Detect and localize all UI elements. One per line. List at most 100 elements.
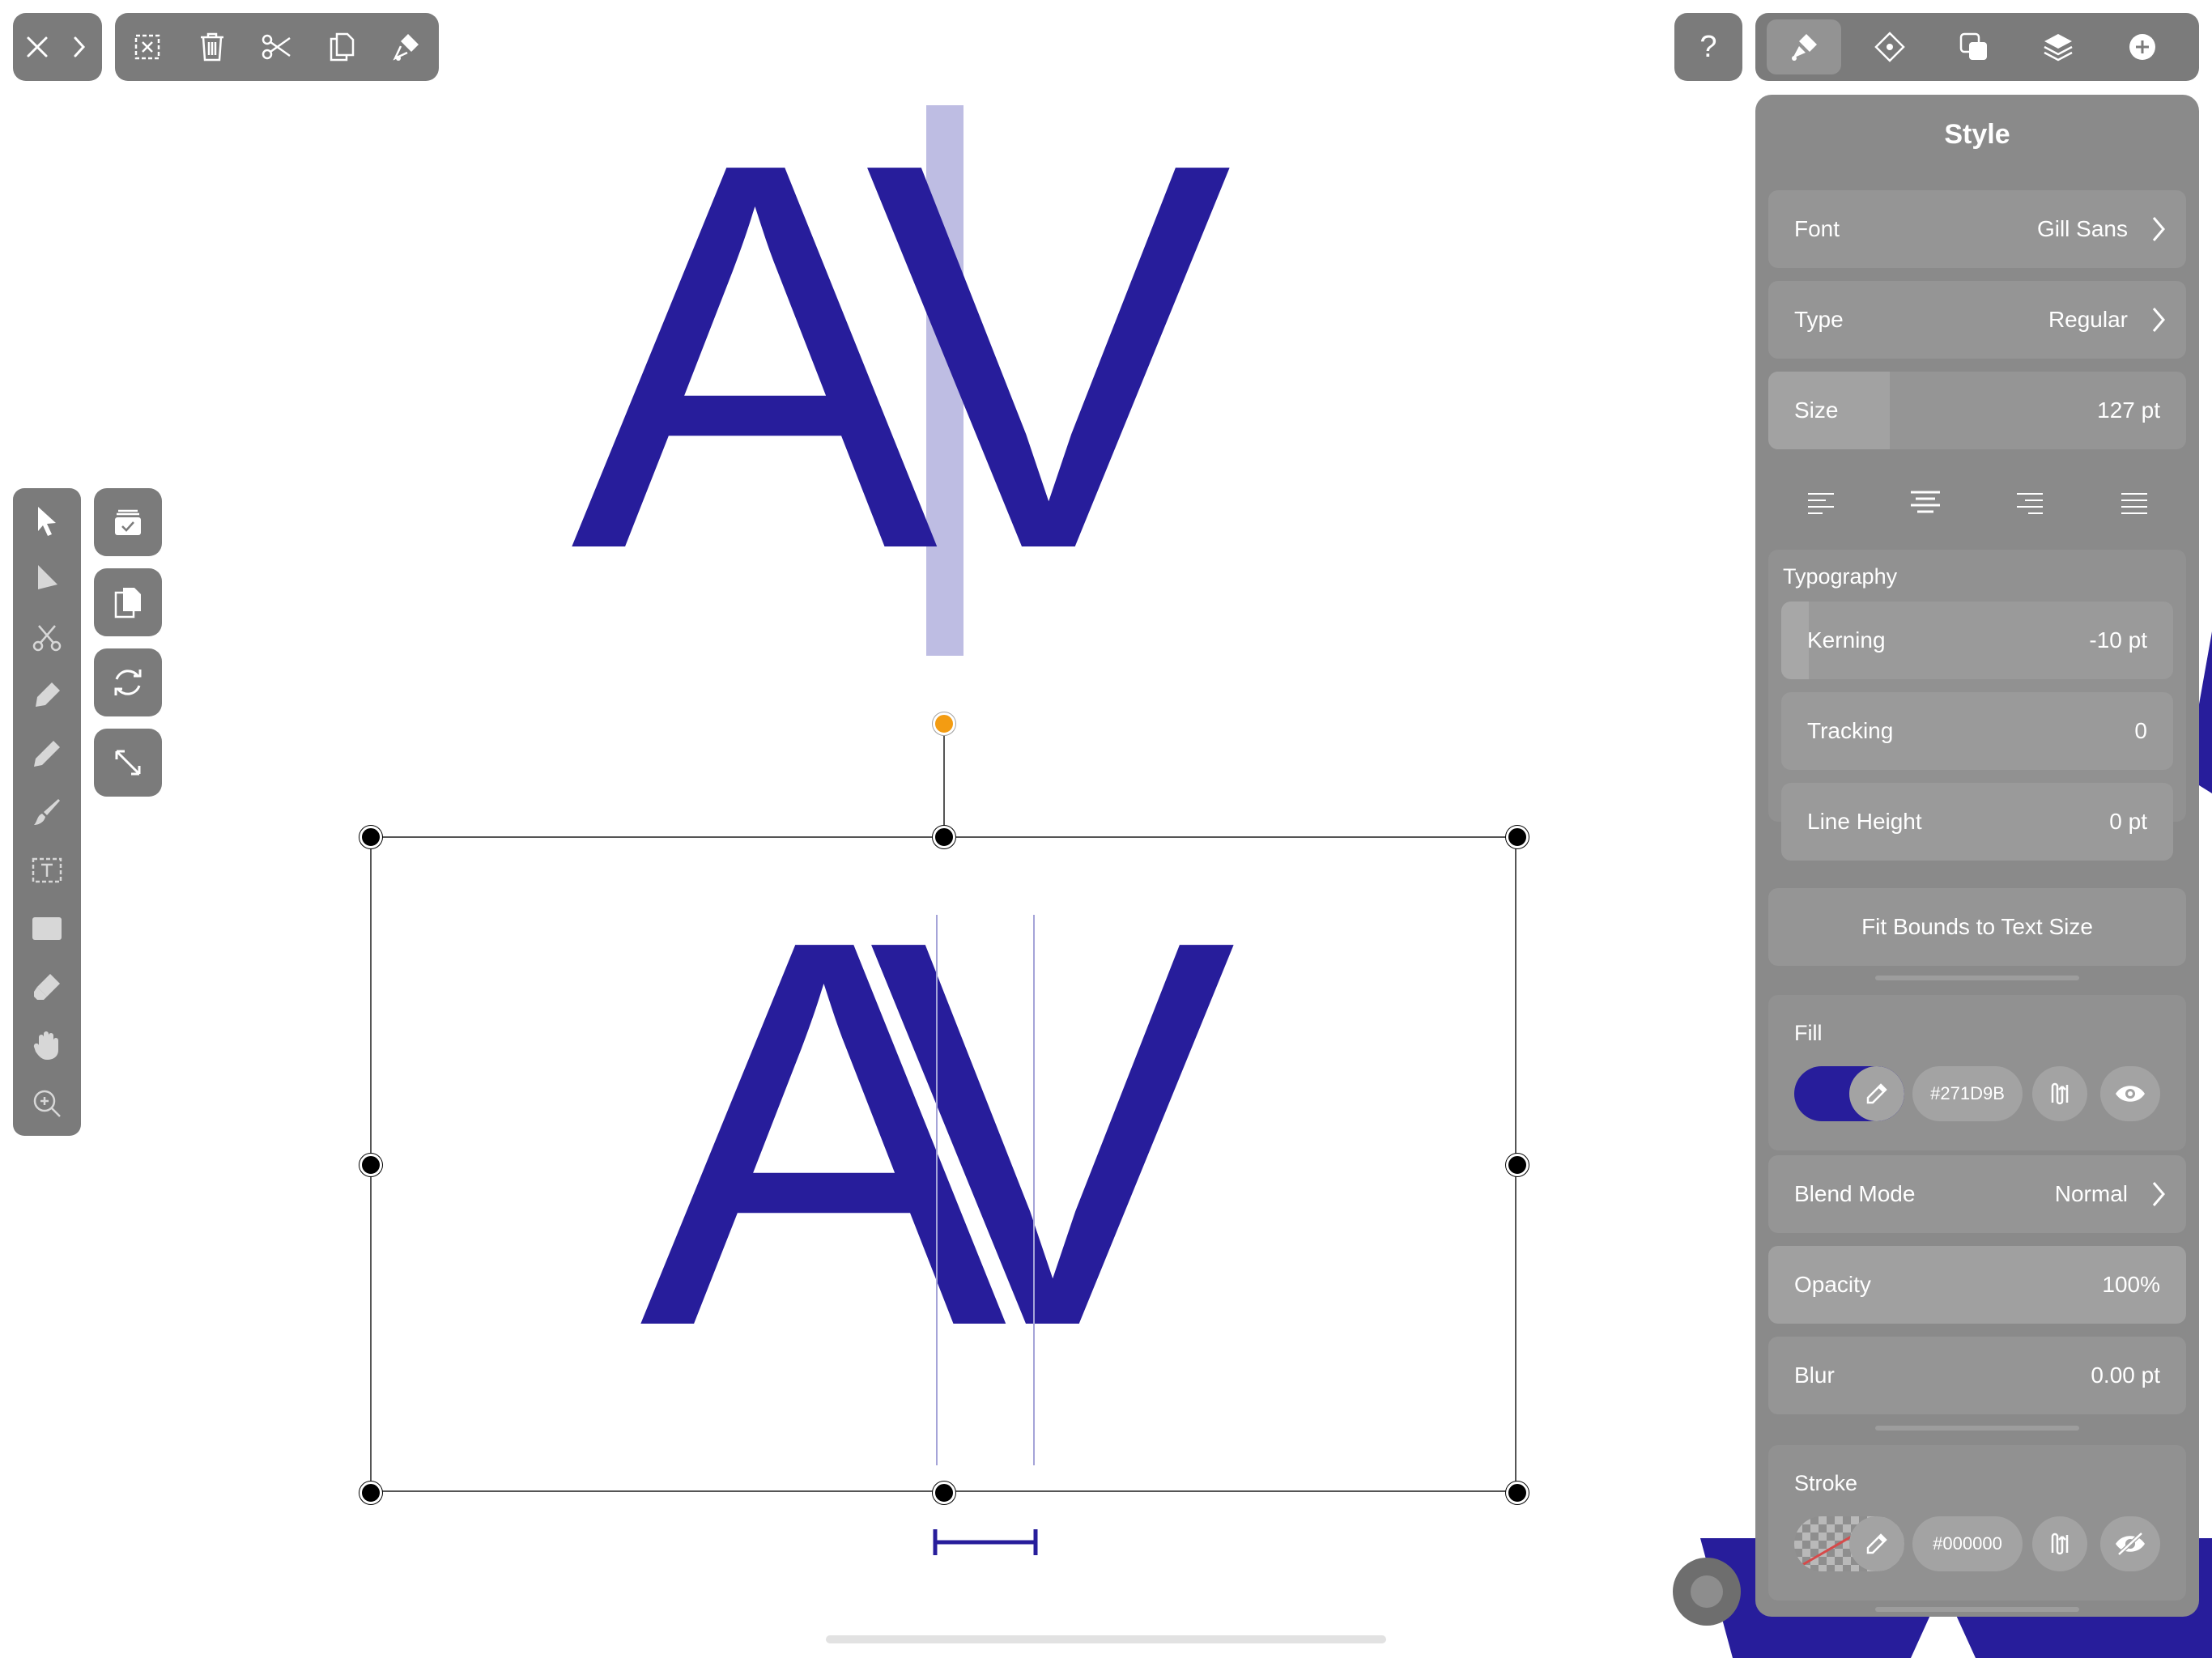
scissors-path-icon <box>32 625 62 652</box>
kerning-guide-left <box>936 915 938 1465</box>
align-justify-button[interactable] <box>2082 464 2186 542</box>
duplicate-icon <box>114 588 141 619</box>
chevron-right-icon <box>2152 217 2165 241</box>
tool-palette <box>13 488 81 1136</box>
gradient-swap-icon <box>2051 1533 2069 1555</box>
align-center-button[interactable] <box>1873 464 1977 542</box>
brush-icon <box>34 799 60 825</box>
stroke-gradient-button[interactable] <box>2032 1516 2087 1571</box>
section-divider <box>1875 1607 2079 1612</box>
align-left-button[interactable] <box>1768 464 1873 542</box>
panel-title: Style <box>1944 119 2010 150</box>
scissor-tool[interactable] <box>13 608 81 666</box>
tab-layers[interactable] <box>2018 13 2099 81</box>
handle-middle-right[interactable] <box>1506 1154 1529 1176</box>
brush-tool[interactable] <box>13 783 81 841</box>
add-icon <box>2129 34 2155 60</box>
line-height-label: Line Height <box>1807 809 1922 834</box>
tab-nodes[interactable] <box>1849 13 1930 81</box>
rotate-handle-stem <box>943 724 945 837</box>
scale-button[interactable] <box>94 729 162 797</box>
chevron-right-icon[interactable] <box>63 13 96 81</box>
fill-color-swatch[interactable] <box>1794 1066 1904 1121</box>
kerning-slider[interactable]: Kerning -10 pt <box>1781 602 2173 679</box>
apply-button[interactable] <box>94 488 162 556</box>
hand-tool[interactable] <box>13 1016 81 1074</box>
tracking-slider[interactable]: Tracking 0 <box>1781 692 2173 770</box>
align-right-icon <box>2016 493 2043 514</box>
blur-slider[interactable]: Blur 0.00 pt <box>1768 1337 2186 1414</box>
pencil-icon <box>34 741 60 767</box>
handle-middle-left[interactable] <box>359 1154 382 1176</box>
text-tool[interactable] <box>13 841 81 899</box>
tab-style[interactable] <box>1767 19 1841 74</box>
blur-value: 0.00 pt <box>2091 1363 2160 1388</box>
handle-bottom-right[interactable] <box>1506 1482 1529 1504</box>
eraser-tool[interactable] <box>13 958 81 1016</box>
handle-top-center[interactable] <box>933 826 955 848</box>
size-slider[interactable]: Size 127 pt <box>1768 372 2186 449</box>
canvas-text-top[interactable]: AV <box>571 81 1340 631</box>
pencil-tool[interactable] <box>13 725 81 783</box>
font-row[interactable]: Font Gill Sans <box>1768 190 2186 268</box>
eye-slash-icon <box>2116 1532 2145 1556</box>
blend-mode-row[interactable]: Blend Mode Normal <box>1768 1155 2186 1233</box>
gradient-swap-icon <box>2051 1082 2069 1105</box>
stroke-visibility-button[interactable] <box>2100 1516 2160 1571</box>
paste-style-icon[interactable] <box>374 13 439 81</box>
line-height-value: 0 pt <box>2109 809 2147 834</box>
arrow-select-icon <box>38 507 56 536</box>
help-label: ? <box>1699 29 1717 64</box>
align-right-button[interactable] <box>1977 464 2082 542</box>
floating-circle-button[interactable] <box>1673 1558 1741 1626</box>
font-value: Gill Sans <box>2036 216 2128 241</box>
type-label: Type <box>1794 307 1844 332</box>
stroke-hex-field[interactable]: #000000 <box>1912 1516 2023 1571</box>
copy-icon[interactable] <box>309 13 374 81</box>
tab-boolean[interactable] <box>1933 13 2014 81</box>
deselect-icon[interactable] <box>115 13 180 81</box>
fit-bounds-button[interactable]: Fit Bounds to Text Size <box>1768 888 2186 966</box>
trash-icon[interactable] <box>180 13 245 81</box>
pen-nib-icon <box>36 682 60 707</box>
scissors-icon[interactable] <box>245 13 309 81</box>
shape-tool[interactable] <box>13 899 81 958</box>
handle-top-left[interactable] <box>359 826 382 848</box>
opacity-slider[interactable]: Opacity 100% <box>1768 1246 2186 1324</box>
rotate-handle[interactable] <box>933 712 955 735</box>
rectangle-icon <box>32 917 62 940</box>
stack-check-icon <box>115 509 141 535</box>
type-row[interactable]: Type Regular <box>1768 281 2186 359</box>
close-icon[interactable] <box>21 13 53 81</box>
alignment-row <box>1768 464 2186 542</box>
line-height-slider[interactable]: Line Height 0 pt <box>1781 783 2173 861</box>
handle-top-right[interactable] <box>1506 826 1529 848</box>
canvas-text-bottom[interactable]: AV <box>640 858 1409 1409</box>
handle-bottom-center[interactable] <box>933 1482 955 1504</box>
blend-mode-value: Normal <box>2054 1181 2128 1206</box>
stroke-eyedropper-button[interactable] <box>1849 1516 1904 1571</box>
handle-bottom-left[interactable] <box>359 1482 382 1504</box>
fill-hex-field[interactable]: #271D9B <box>1912 1066 2023 1121</box>
edit-toolbar <box>115 13 439 81</box>
stroke-color-swatch[interactable] <box>1794 1516 1904 1571</box>
fill-gradient-button[interactable] <box>2032 1066 2087 1121</box>
style-panel: Style Font Gill Sans Type Regular Size 1… <box>1755 95 2199 1617</box>
duplicate-button[interactable] <box>94 568 162 636</box>
tab-add[interactable] <box>2102 13 2183 81</box>
zoom-tool[interactable] <box>13 1074 81 1133</box>
node-select-icon <box>38 565 57 589</box>
pen-tool[interactable] <box>13 666 81 725</box>
kerning-guide-right <box>1033 915 1035 1465</box>
tracking-label: Tracking <box>1807 718 1894 743</box>
chevron-right-icon <box>2152 308 2165 332</box>
eyedropper-button[interactable] <box>1849 1066 1904 1121</box>
section-divider <box>1875 976 2079 980</box>
text-box-icon <box>32 857 62 883</box>
direct-select-tool[interactable] <box>13 550 81 608</box>
select-tool[interactable] <box>13 491 81 550</box>
rotate-button[interactable] <box>94 648 162 716</box>
boolean-ops-icon <box>1959 32 1987 60</box>
fill-visibility-button[interactable] <box>2100 1066 2160 1121</box>
help-button[interactable]: ? <box>1674 13 1742 81</box>
